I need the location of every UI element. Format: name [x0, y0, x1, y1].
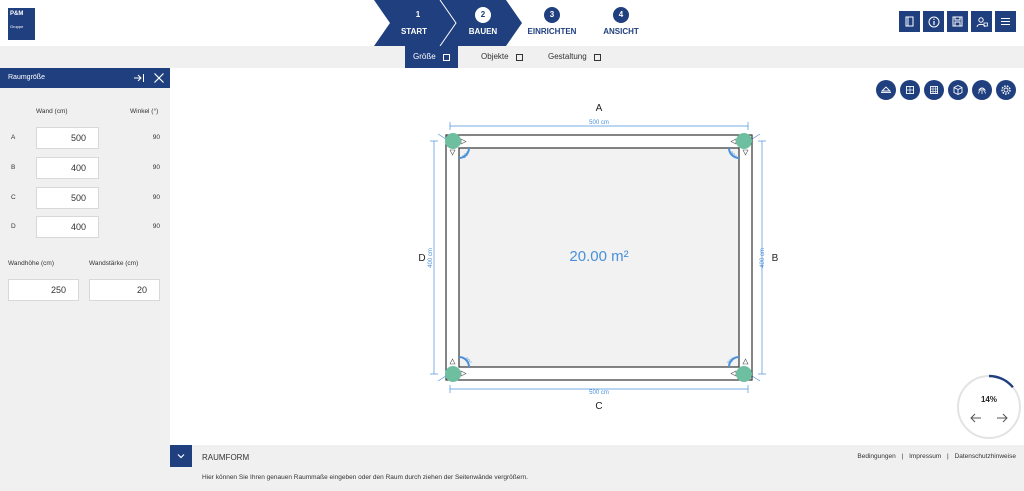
separator: |: [901, 453, 904, 460]
dim-top-label: 500 cm: [589, 120, 609, 126]
step-3-label[interactable]: EINRICHTEN: [512, 27, 592, 36]
step-3-number[interactable]: 3: [544, 7, 560, 23]
header-toolbar: [899, 11, 1016, 32]
wall-a-input[interactable]: 500: [36, 127, 99, 149]
wall-b-label: B: [11, 164, 16, 171]
checkbox-icon: [442, 53, 450, 61]
angle-column-header: Winkel (°): [130, 108, 159, 115]
tab-size-label: Größe: [413, 52, 436, 61]
step-divider: [439, 0, 457, 46]
wall-height-label: Wandhöhe (cm): [8, 260, 54, 267]
logo[interactable]: P&M Gruppe: [8, 8, 35, 40]
panel-title: Raumgröße: [8, 74, 45, 81]
book-icon[interactable]: [899, 11, 920, 32]
app-root: P&M Gruppe 1 START 2 BAUEN 3 EINRICHTEN …: [0, 0, 1024, 491]
tab-objects[interactable]: Objekte: [473, 46, 531, 68]
step-4-number[interactable]: 4: [613, 7, 629, 23]
wall-a-label: A: [11, 134, 16, 141]
privacy-link[interactable]: Datenschutzhinweise: [955, 453, 1016, 460]
tab-size[interactable]: Größe: [405, 46, 458, 68]
corner-handle-top-left: [445, 133, 461, 149]
wall-thickness-input[interactable]: 20: [89, 279, 160, 301]
side-c-label: C: [595, 401, 602, 412]
info-title: RAUMFORM: [202, 453, 250, 462]
dim-bottom-label: 500 cm: [589, 390, 609, 396]
step-2-number[interactable]: 2: [475, 7, 491, 23]
wall-height-input[interactable]: 250: [8, 279, 79, 301]
side-d-label: D: [418, 253, 425, 264]
progress-widget: 14%: [957, 374, 1021, 439]
separator: |: [947, 453, 949, 460]
angle-d-value: 90: [152, 223, 160, 230]
wall-b-input[interactable]: 400: [36, 157, 99, 179]
footer-links: Bedingungen | Impressum | Datenschutzhin…: [857, 453, 1016, 460]
step-1-number[interactable]: 1: [410, 7, 426, 23]
collapse-panel-icon[interactable]: [133, 72, 145, 84]
header: P&M Gruppe 1 START 2 BAUEN 3 EINRICHTEN …: [0, 0, 1024, 46]
info-bar: RAUMFORM Hier können Sie Ihren genauen R…: [170, 445, 1024, 491]
corner-handle-bottom-right: [736, 366, 752, 382]
checkbox-icon: [515, 53, 523, 61]
info-text: Hier können Sie Ihren genauen Raummaße e…: [202, 474, 528, 481]
save-icon[interactable]: [947, 11, 968, 32]
logo-subtext: Gruppe: [10, 23, 24, 29]
tab-objects-label: Objekte: [481, 52, 509, 61]
corner-handle-top-right: [736, 133, 752, 149]
imprint-link[interactable]: Impressum: [909, 453, 941, 460]
logo-text: P&M: [10, 11, 24, 17]
corner-handle-bottom-left: [445, 366, 461, 382]
wall-c-label: C: [11, 194, 16, 201]
side-a-label: A: [596, 103, 603, 114]
dim-left-label: 400 cm: [428, 248, 434, 268]
angle-a-value: 90: [152, 134, 160, 141]
angle-b-value: 90: [152, 164, 160, 171]
wall-c-input[interactable]: 500: [36, 187, 99, 209]
step-4-label[interactable]: ANSICHT: [581, 27, 661, 36]
menu-icon[interactable]: [995, 11, 1016, 32]
step-1-label[interactable]: START: [374, 27, 454, 36]
room-canvas[interactable]: A C D B 500 cm 500 cm 400 cm 400 cm 90° …: [170, 68, 1024, 445]
angle-c-value: 90: [152, 194, 160, 201]
room-plan: A C D B 500 cm 500 cm 400 cm 400 cm 90° …: [418, 103, 779, 412]
wall-thickness-label: Wandstärke (cm): [89, 260, 139, 267]
chevron-down-icon[interactable]: [170, 445, 192, 467]
terms-link[interactable]: Bedingungen: [857, 453, 895, 460]
step-2-label[interactable]: BAUEN: [443, 27, 523, 36]
tab-design[interactable]: Gestaltung: [540, 46, 609, 68]
wall-d-input[interactable]: 400: [36, 216, 99, 238]
checkbox-icon: [593, 53, 601, 61]
tab-design-label: Gestaltung: [548, 52, 587, 61]
user-lock-icon[interactable]: [971, 11, 992, 32]
wall-column-header: Wand (cm): [36, 108, 68, 115]
sub-navigation: Größe Objekte Gestaltung: [0, 46, 1024, 68]
info-icon[interactable]: [923, 11, 944, 32]
room-size-panel: Raumgröße Wand (cm) Winkel (°) A 500 90 …: [0, 68, 170, 491]
progress-percent: 14%: [981, 395, 997, 404]
room-area: 20.00 m²: [569, 248, 628, 265]
side-b-label: B: [772, 253, 779, 264]
panel-header: Raumgröße: [0, 68, 170, 88]
wall-d-label: D: [11, 223, 16, 230]
close-icon[interactable]: [153, 72, 165, 84]
dim-right-label: 400 cm: [760, 248, 766, 268]
step-wizard: [374, 0, 522, 46]
